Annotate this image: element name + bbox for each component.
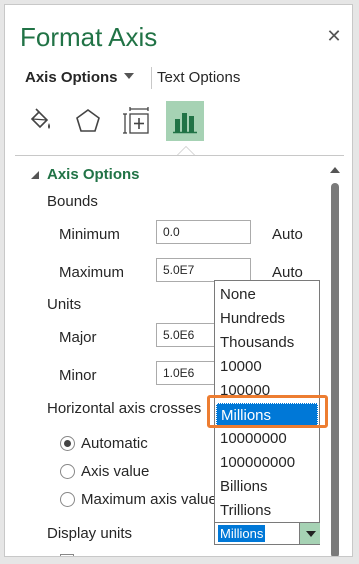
horizontal-axis-crosses-label: Horizontal axis crosses [47,400,202,417]
units-label: Units [47,296,82,313]
dropdown-option[interactable]: 10000000 [216,427,318,451]
display-units-value: Millions [218,525,266,542]
maximum-field[interactable] [156,258,251,282]
radio-automatic[interactable] [60,436,75,451]
dropdown-option[interactable]: None [216,283,318,307]
callout-highlight-box [207,395,328,428]
collapse-triangle-icon[interactable] [31,171,39,179]
dropdown-arrow-icon[interactable] [299,523,320,544]
effects-icon[interactable] [69,101,107,141]
size-properties-icon[interactable] [118,101,156,141]
scroll-thumb[interactable] [331,183,339,556]
pane-title: Format Axis [20,22,158,52]
tab-axis-options[interactable]: Axis Options [25,69,118,86]
dropdown-option[interactable]: Billions [216,475,318,499]
radio-maximum-axis-value-label[interactable]: Maximum axis value [81,491,217,508]
dropdown-option[interactable]: Thousands [216,331,318,355]
bounds-label: Bounds [47,193,98,210]
radio-axis-value[interactable] [60,464,75,479]
radio-maximum-axis-value[interactable] [60,492,75,507]
chevron-down-icon[interactable] [124,73,134,79]
active-tab-pointer [177,146,195,155]
maximum-label: Maximum [59,264,125,281]
scroll-up-arrow-icon[interactable] [330,167,340,173]
close-icon[interactable]: ✕ [323,25,345,47]
maximum-auto-button[interactable]: Auto [272,264,303,281]
toolbar-divider [15,155,344,156]
radio-axis-value-label[interactable]: Axis value [81,463,149,480]
minimum-label: Minimum [59,226,120,243]
display-units-label: Display units [47,525,133,542]
minimum-field[interactable] [156,220,251,244]
format-axis-pane: Format Axis ✕ Axis Options Text Options [4,4,353,557]
dropdown-option[interactable]: 10000 [216,355,318,379]
dropdown-option[interactable]: Hundreds [216,307,318,331]
major-label: Major [59,329,97,346]
checkbox-partial[interactable] [60,554,74,556]
section-title-axis-options[interactable]: Axis Options [47,166,140,183]
axis-options-icon[interactable] [166,101,204,141]
dropdown-option[interactable]: Trillions [216,499,318,523]
tab-divider [151,67,152,89]
minimum-auto-button[interactable]: Auto [272,226,303,243]
minor-label: Minor [59,367,97,384]
radio-automatic-label[interactable]: Automatic [81,435,148,452]
tab-text-options[interactable]: Text Options [157,69,240,86]
dropdown-option[interactable]: 100000000 [216,451,318,475]
display-units-select[interactable]: Millions [214,522,320,545]
fill-line-icon[interactable] [21,101,59,141]
